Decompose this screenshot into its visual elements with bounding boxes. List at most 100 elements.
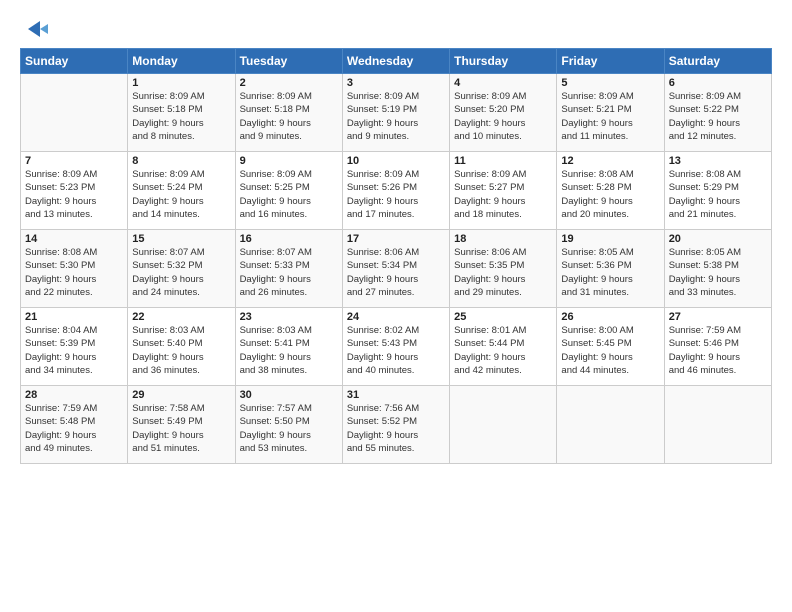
day-info: Sunrise: 8:09 AM Sunset: 5:25 PM Dayligh… (240, 168, 338, 221)
day-number: 23 (240, 311, 338, 323)
calendar-cell: 26Sunrise: 8:00 AM Sunset: 5:45 PM Dayli… (557, 308, 664, 386)
day-number: 17 (347, 233, 445, 245)
header-day: Friday (557, 49, 664, 74)
logo-icon (26, 18, 48, 40)
day-info: Sunrise: 8:09 AM Sunset: 5:18 PM Dayligh… (132, 90, 230, 143)
day-number: 26 (561, 311, 659, 323)
day-info: Sunrise: 8:07 AM Sunset: 5:33 PM Dayligh… (240, 246, 338, 299)
day-number: 10 (347, 155, 445, 167)
day-number: 20 (669, 233, 767, 245)
calendar-week-row: 7Sunrise: 8:09 AM Sunset: 5:23 PM Daylig… (21, 152, 772, 230)
day-info: Sunrise: 8:06 AM Sunset: 5:35 PM Dayligh… (454, 246, 552, 299)
calendar-cell: 15Sunrise: 8:07 AM Sunset: 5:32 PM Dayli… (128, 230, 235, 308)
day-info: Sunrise: 8:03 AM Sunset: 5:40 PM Dayligh… (132, 324, 230, 377)
day-number: 4 (454, 77, 552, 89)
day-info: Sunrise: 7:59 AM Sunset: 5:46 PM Dayligh… (669, 324, 767, 377)
calendar-cell: 18Sunrise: 8:06 AM Sunset: 5:35 PM Dayli… (450, 230, 557, 308)
day-info: Sunrise: 8:03 AM Sunset: 5:41 PM Dayligh… (240, 324, 338, 377)
day-number: 30 (240, 389, 338, 401)
calendar-cell: 9Sunrise: 8:09 AM Sunset: 5:25 PM Daylig… (235, 152, 342, 230)
day-number: 25 (454, 311, 552, 323)
calendar-cell (664, 386, 771, 464)
day-number: 18 (454, 233, 552, 245)
calendar-cell: 21Sunrise: 8:04 AM Sunset: 5:39 PM Dayli… (21, 308, 128, 386)
calendar-cell: 24Sunrise: 8:02 AM Sunset: 5:43 PM Dayli… (342, 308, 449, 386)
day-number: 15 (132, 233, 230, 245)
day-info: Sunrise: 8:09 AM Sunset: 5:22 PM Dayligh… (669, 90, 767, 143)
header-day: Wednesday (342, 49, 449, 74)
calendar-week-row: 28Sunrise: 7:59 AM Sunset: 5:48 PM Dayli… (21, 386, 772, 464)
calendar-cell: 22Sunrise: 8:03 AM Sunset: 5:40 PM Dayli… (128, 308, 235, 386)
calendar-table: SundayMondayTuesdayWednesdayThursdayFrid… (20, 48, 772, 464)
day-number: 5 (561, 77, 659, 89)
day-info: Sunrise: 8:01 AM Sunset: 5:44 PM Dayligh… (454, 324, 552, 377)
day-info: Sunrise: 8:00 AM Sunset: 5:45 PM Dayligh… (561, 324, 659, 377)
calendar-cell: 20Sunrise: 8:05 AM Sunset: 5:38 PM Dayli… (664, 230, 771, 308)
calendar-week-row: 1Sunrise: 8:09 AM Sunset: 5:18 PM Daylig… (21, 74, 772, 152)
calendar-cell: 30Sunrise: 7:57 AM Sunset: 5:50 PM Dayli… (235, 386, 342, 464)
calendar-cell (557, 386, 664, 464)
day-info: Sunrise: 8:09 AM Sunset: 5:27 PM Dayligh… (454, 168, 552, 221)
day-info: Sunrise: 7:56 AM Sunset: 5:52 PM Dayligh… (347, 402, 445, 455)
day-number: 22 (132, 311, 230, 323)
calendar-week-row: 21Sunrise: 8:04 AM Sunset: 5:39 PM Dayli… (21, 308, 772, 386)
day-number: 21 (25, 311, 123, 323)
calendar-cell: 6Sunrise: 8:09 AM Sunset: 5:22 PM Daylig… (664, 74, 771, 152)
day-number: 11 (454, 155, 552, 167)
calendar-cell: 29Sunrise: 7:58 AM Sunset: 5:49 PM Dayli… (128, 386, 235, 464)
day-number: 8 (132, 155, 230, 167)
day-number: 31 (347, 389, 445, 401)
day-info: Sunrise: 8:07 AM Sunset: 5:32 PM Dayligh… (132, 246, 230, 299)
calendar-cell: 27Sunrise: 7:59 AM Sunset: 5:46 PM Dayli… (664, 308, 771, 386)
day-info: Sunrise: 8:09 AM Sunset: 5:26 PM Dayligh… (347, 168, 445, 221)
calendar-cell: 2Sunrise: 8:09 AM Sunset: 5:18 PM Daylig… (235, 74, 342, 152)
header-day: Sunday (21, 49, 128, 74)
day-info: Sunrise: 8:09 AM Sunset: 5:18 PM Dayligh… (240, 90, 338, 143)
day-info: Sunrise: 8:09 AM Sunset: 5:19 PM Dayligh… (347, 90, 445, 143)
day-number: 13 (669, 155, 767, 167)
header-day: Monday (128, 49, 235, 74)
calendar-cell: 16Sunrise: 8:07 AM Sunset: 5:33 PM Dayli… (235, 230, 342, 308)
header-day: Tuesday (235, 49, 342, 74)
calendar-cell: 4Sunrise: 8:09 AM Sunset: 5:20 PM Daylig… (450, 74, 557, 152)
day-info: Sunrise: 7:58 AM Sunset: 5:49 PM Dayligh… (132, 402, 230, 455)
day-info: Sunrise: 8:09 AM Sunset: 5:20 PM Dayligh… (454, 90, 552, 143)
day-info: Sunrise: 8:04 AM Sunset: 5:39 PM Dayligh… (25, 324, 123, 377)
day-number: 14 (25, 233, 123, 245)
day-number: 1 (132, 77, 230, 89)
calendar-cell: 8Sunrise: 8:09 AM Sunset: 5:24 PM Daylig… (128, 152, 235, 230)
calendar-cell: 13Sunrise: 8:08 AM Sunset: 5:29 PM Dayli… (664, 152, 771, 230)
day-info: Sunrise: 8:08 AM Sunset: 5:29 PM Dayligh… (669, 168, 767, 221)
calendar-cell: 25Sunrise: 8:01 AM Sunset: 5:44 PM Dayli… (450, 308, 557, 386)
calendar-cell (21, 74, 128, 152)
day-number: 6 (669, 77, 767, 89)
day-info: Sunrise: 8:08 AM Sunset: 5:30 PM Dayligh… (25, 246, 123, 299)
day-number: 3 (347, 77, 445, 89)
day-number: 24 (347, 311, 445, 323)
calendar-cell: 1Sunrise: 8:09 AM Sunset: 5:18 PM Daylig… (128, 74, 235, 152)
calendar-cell: 14Sunrise: 8:08 AM Sunset: 5:30 PM Dayli… (21, 230, 128, 308)
day-info: Sunrise: 8:09 AM Sunset: 5:24 PM Dayligh… (132, 168, 230, 221)
calendar-cell: 28Sunrise: 7:59 AM Sunset: 5:48 PM Dayli… (21, 386, 128, 464)
calendar-body: 1Sunrise: 8:09 AM Sunset: 5:18 PM Daylig… (21, 74, 772, 464)
day-number: 2 (240, 77, 338, 89)
calendar-header-row: SundayMondayTuesdayWednesdayThursdayFrid… (21, 49, 772, 74)
day-number: 7 (25, 155, 123, 167)
day-info: Sunrise: 8:06 AM Sunset: 5:34 PM Dayligh… (347, 246, 445, 299)
calendar-cell: 19Sunrise: 8:05 AM Sunset: 5:36 PM Dayli… (557, 230, 664, 308)
day-number: 29 (132, 389, 230, 401)
calendar-cell (450, 386, 557, 464)
day-number: 12 (561, 155, 659, 167)
day-info: Sunrise: 8:08 AM Sunset: 5:28 PM Dayligh… (561, 168, 659, 221)
calendar-cell: 10Sunrise: 8:09 AM Sunset: 5:26 PM Dayli… (342, 152, 449, 230)
day-info: Sunrise: 8:05 AM Sunset: 5:38 PM Dayligh… (669, 246, 767, 299)
header-day: Thursday (450, 49, 557, 74)
day-number: 28 (25, 389, 123, 401)
day-info: Sunrise: 7:57 AM Sunset: 5:50 PM Dayligh… (240, 402, 338, 455)
calendar-cell: 5Sunrise: 8:09 AM Sunset: 5:21 PM Daylig… (557, 74, 664, 152)
header-day: Saturday (664, 49, 771, 74)
calendar-cell: 11Sunrise: 8:09 AM Sunset: 5:27 PM Dayli… (450, 152, 557, 230)
day-info: Sunrise: 7:59 AM Sunset: 5:48 PM Dayligh… (25, 402, 123, 455)
day-info: Sunrise: 8:05 AM Sunset: 5:36 PM Dayligh… (561, 246, 659, 299)
day-info: Sunrise: 8:09 AM Sunset: 5:21 PM Dayligh… (561, 90, 659, 143)
